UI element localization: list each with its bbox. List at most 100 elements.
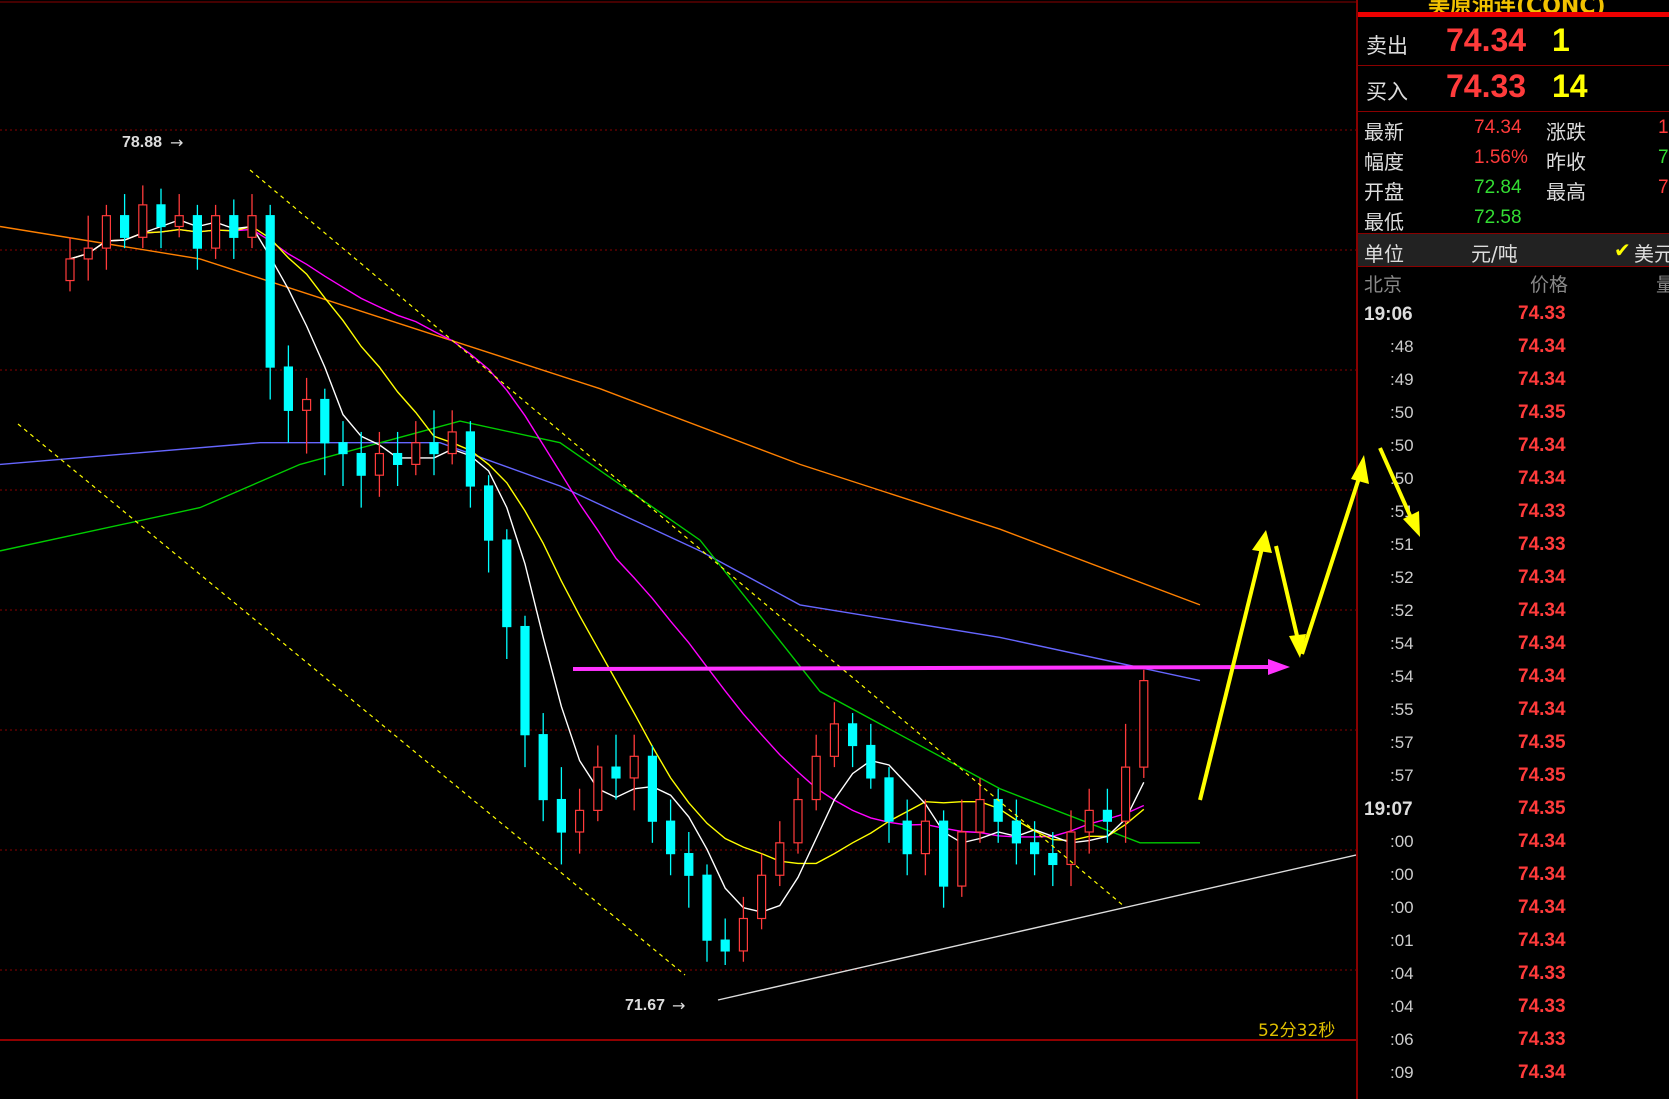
candle-body xyxy=(574,809,585,833)
tick-row[interactable]: :06 74.33 xyxy=(1358,1026,1669,1059)
candle-body xyxy=(775,842,785,876)
bar-countdown: 52分32秒 xyxy=(1258,1021,1336,1041)
candle-body xyxy=(647,755,658,822)
tick-row[interactable]: :09 74.34 xyxy=(1358,1059,1669,1092)
tick-time: :50 xyxy=(1390,403,1414,422)
candle-body xyxy=(1048,853,1058,866)
ma250-line xyxy=(0,225,1201,606)
candle-body xyxy=(302,398,312,411)
low-price-label: 71.67 xyxy=(625,997,666,1014)
tick-price: 74.34 xyxy=(1518,435,1566,456)
tick-row[interactable]: :50 74.34 xyxy=(1358,465,1669,498)
candle-body xyxy=(211,215,221,249)
tick-time: :04 xyxy=(1390,997,1414,1016)
buy-row[interactable]: 买入 74.33 14 xyxy=(1358,66,1669,112)
candle-body xyxy=(629,755,639,779)
tick-row[interactable]: :51 74.33 xyxy=(1358,498,1669,531)
check-icon[interactable]: ✔ xyxy=(1614,238,1631,262)
tick-row[interactable]: :00 74.34 xyxy=(1358,828,1669,861)
volume-column-header: 量 xyxy=(1656,270,1669,297)
tick-row[interactable]: :00 74.34 xyxy=(1358,894,1669,927)
tick-row[interactable]: :52 74.34 xyxy=(1358,564,1669,597)
candle-body xyxy=(1139,680,1149,768)
tick-price: 74.35 xyxy=(1518,732,1566,753)
tick-time: :09 xyxy=(1390,1063,1414,1082)
candle-body xyxy=(520,625,530,736)
time-column-header: 北京 xyxy=(1364,274,1403,296)
tick-row[interactable]: :50 74.34 xyxy=(1358,432,1669,465)
candle-body xyxy=(1120,766,1131,822)
stat-label: 涨跌 xyxy=(1546,120,1586,144)
tick-time: :01 xyxy=(1390,931,1414,950)
candle-body xyxy=(1011,820,1022,844)
tick-time: :49 xyxy=(1390,370,1414,389)
tick-row[interactable]: :04 74.33 xyxy=(1358,960,1669,993)
tick-row[interactable]: :04 74.33 xyxy=(1358,993,1669,1026)
stat-label: 最新 xyxy=(1364,120,1404,144)
tick-time: :55 xyxy=(1390,700,1414,719)
tick-price: 74.34 xyxy=(1518,699,1566,720)
tick-time: :52 xyxy=(1390,568,1414,587)
buy-volume: 14 xyxy=(1552,68,1588,104)
candle-body xyxy=(411,442,421,465)
candle-body xyxy=(429,442,439,455)
tick-price: 74.34 xyxy=(1518,567,1566,588)
stat-label: 最低 xyxy=(1364,210,1404,234)
candle-body xyxy=(101,215,112,249)
tick-row[interactable]: :57 74.35 xyxy=(1358,762,1669,795)
tick-price: 74.34 xyxy=(1518,930,1566,951)
candle-body xyxy=(793,798,803,844)
unit-row[interactable]: 单位 元/吨 ✔ 美元 xyxy=(1358,233,1669,267)
tick-row[interactable]: 19:07 74.35 xyxy=(1358,795,1669,828)
high-price-marker: → xyxy=(170,133,184,152)
tick-row[interactable]: :57 74.35 xyxy=(1358,729,1669,762)
tick-row[interactable]: :54 74.34 xyxy=(1358,630,1669,663)
tick-time: :57 xyxy=(1390,766,1414,785)
price-column-header: 价格 xyxy=(1530,274,1569,296)
tick-row[interactable]: :49 74.34 xyxy=(1358,366,1669,399)
stat-label: 幅度 xyxy=(1364,150,1404,174)
tick-row[interactable]: :52 74.34 xyxy=(1358,597,1669,630)
candle-body xyxy=(556,798,567,833)
candle-body xyxy=(65,258,75,282)
stat-value: 1 xyxy=(1658,117,1669,138)
candle-body xyxy=(538,734,548,801)
tick-row[interactable]: :48 74.34 xyxy=(1358,333,1669,366)
tick-row[interactable]: :00 74.34 xyxy=(1358,861,1669,894)
tick-row[interactable]: :55 74.34 xyxy=(1358,696,1669,729)
tick-time: :51 xyxy=(1390,535,1414,554)
candle-body xyxy=(229,215,239,238)
sell-row[interactable]: 卖出 74.34 1 xyxy=(1358,20,1669,66)
tick-price: 74.35 xyxy=(1518,402,1566,423)
high-price-label: 78.88 xyxy=(122,134,163,151)
candle-body xyxy=(1029,842,1040,855)
tick-time: :54 xyxy=(1390,634,1414,653)
buy-price: 74.33 xyxy=(1446,68,1527,104)
tick-price: 74.33 xyxy=(1518,534,1566,555)
tick-row[interactable]: :01 74.34 xyxy=(1358,927,1669,960)
tick-row[interactable]: :54 74.34 xyxy=(1358,663,1669,696)
candle-body xyxy=(265,215,275,368)
tick-time: :00 xyxy=(1390,898,1414,917)
tick-time: :52 xyxy=(1390,601,1414,620)
candle-body xyxy=(484,485,494,541)
candle-body xyxy=(1066,831,1076,866)
candle-body xyxy=(119,215,130,238)
tick-time: :00 xyxy=(1390,832,1414,851)
tick-price: 74.34 xyxy=(1518,831,1566,852)
tick-row[interactable]: :50 74.35 xyxy=(1358,399,1669,432)
candle-body xyxy=(174,215,184,228)
tick-price: 74.33 xyxy=(1518,1029,1566,1050)
tick-row[interactable]: 19:06 74.33 xyxy=(1358,300,1669,333)
candlestick-chart[interactable]: 78.88 → 71.67 → 52分32秒 xyxy=(0,0,1356,1099)
candle-body xyxy=(374,452,384,476)
tick-price: 74.33 xyxy=(1518,996,1566,1017)
quote-panel: 美原油连(CONC) 卖出 74.34 1 买入 74.33 14 最新 74.… xyxy=(1356,0,1669,1099)
candle-body xyxy=(920,820,931,855)
tick-price: 74.34 xyxy=(1518,336,1566,357)
candle-body xyxy=(993,798,1003,822)
tick-row[interactable]: :51 74.33 xyxy=(1358,531,1669,564)
candle-body xyxy=(502,539,512,628)
tick-price: 74.34 xyxy=(1518,864,1566,885)
candle-body xyxy=(320,398,330,444)
